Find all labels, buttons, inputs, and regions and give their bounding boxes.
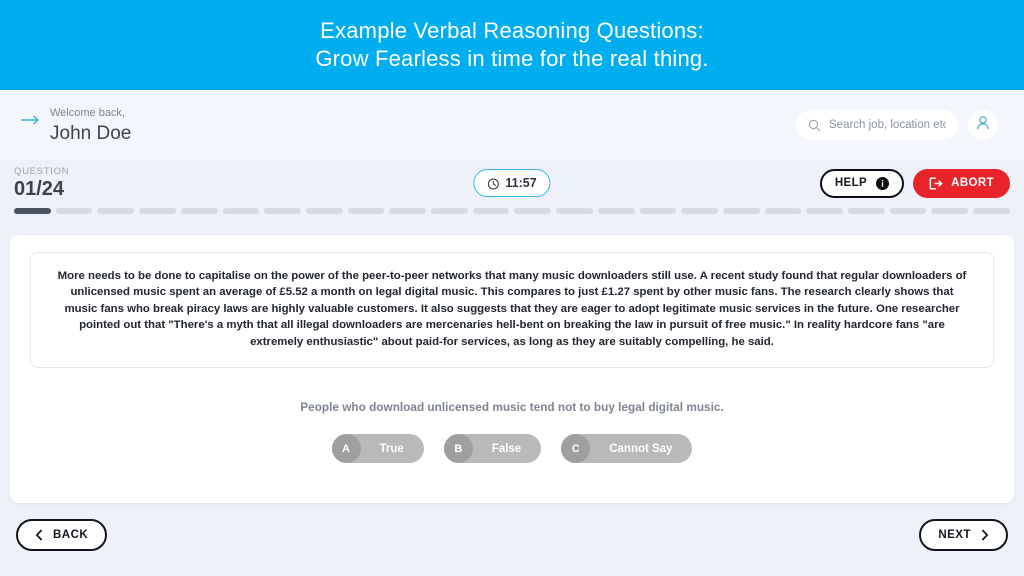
question-counter: QUESTION 01/24: [14, 167, 69, 200]
progress-segment: [139, 208, 176, 214]
answer-option-letter: C: [561, 434, 591, 464]
progress-segment: [764, 208, 802, 214]
timer-pill: 11:57: [473, 169, 551, 197]
clock-icon: [487, 177, 499, 190]
progress-segment: [472, 208, 510, 214]
abort-button[interactable]: ABORT: [913, 168, 1010, 198]
user-bar-actions: [796, 110, 998, 140]
back-button-label: BACK: [53, 529, 89, 541]
progress-segment: [973, 208, 1010, 214]
answer-options: A True B False C Cannot Say: [30, 434, 994, 464]
question-stem: People who download unlicensed music ten…: [300, 400, 724, 415]
answer-option-letter: A: [331, 434, 361, 464]
exit-icon: [929, 176, 943, 190]
welcome-label: Welcome back,: [50, 106, 125, 119]
answer-option-label: Cannot Say: [609, 442, 673, 455]
progress-segment: [180, 208, 218, 214]
banner-title-line2: Grow Fearless in time for the real thing…: [315, 46, 709, 71]
next-button[interactable]: NEXT: [919, 519, 1008, 551]
progress-segment: [55, 208, 93, 214]
page-banner: Example Verbal Reasoning Questions: Grow…: [0, 0, 1024, 90]
arrow-right-icon: [20, 113, 42, 127]
user-bar: Welcome back, John Doe: [0, 90, 1024, 160]
timer-value: 11:57: [505, 176, 537, 190]
back-button[interactable]: BACK: [16, 519, 108, 551]
footer-nav: BACK NEXT: [0, 518, 1024, 552]
progress-segment: [722, 208, 760, 214]
progress-segment: [14, 208, 51, 214]
progress-segment: [264, 208, 301, 214]
welcome-block: Welcome back, John Doe: [20, 104, 131, 147]
progress-segment: [597, 208, 635, 214]
progress-segment: [639, 208, 677, 214]
answer-option-label: True: [379, 442, 404, 455]
progress-segment: [806, 208, 844, 214]
next-button-label: NEXT: [938, 529, 971, 541]
answer-option[interactable]: A True: [331, 434, 424, 464]
banner-title-line1: Example Verbal Reasoning Questions:: [320, 18, 704, 43]
search-icon: [808, 119, 821, 132]
user-name: John Doe: [50, 122, 132, 144]
passage-box: More needs to be done to capitalise on t…: [30, 252, 994, 369]
progress-segment: [347, 208, 385, 214]
question-counter-label: QUESTION: [14, 165, 70, 177]
answer-option-letter: B: [443, 434, 473, 464]
progress-segment: [931, 208, 969, 214]
search-input[interactable]: [829, 119, 946, 131]
question-header: QUESTION 01/24 11:57 HELP ABORT: [0, 160, 1024, 206]
progress-segment: [97, 208, 135, 214]
avatar[interactable]: [968, 110, 998, 140]
passage-text: More needs to be done to capitalise on t…: [57, 270, 967, 348]
progress-segment: [556, 208, 593, 214]
abort-button-label: ABORT: [951, 177, 994, 189]
progress-segment: [431, 208, 468, 214]
progress-segment: [848, 208, 885, 214]
help-button[interactable]: HELP: [819, 168, 905, 198]
progress-segment: [222, 208, 260, 214]
progress-bar: [0, 208, 1024, 215]
progress-segment: [305, 208, 343, 214]
search-box[interactable]: [796, 110, 958, 140]
progress-segment: [514, 208, 552, 214]
answer-option-label: False: [491, 442, 522, 455]
answer-option[interactable]: B False: [443, 434, 542, 464]
info-icon: [876, 176, 890, 190]
user-avatar-icon: [974, 114, 992, 137]
question-counter-value: 01/24: [14, 178, 65, 201]
chevron-right-icon: [980, 529, 989, 541]
chevron-left-icon: [35, 529, 44, 541]
answer-option[interactable]: C Cannot Say: [561, 434, 693, 464]
question-card: More needs to be done to capitalise on t…: [10, 235, 1014, 503]
progress-segment: [681, 208, 718, 214]
progress-segment: [389, 208, 427, 214]
progress-segment: [889, 208, 927, 214]
help-button-label: HELP: [834, 177, 868, 189]
